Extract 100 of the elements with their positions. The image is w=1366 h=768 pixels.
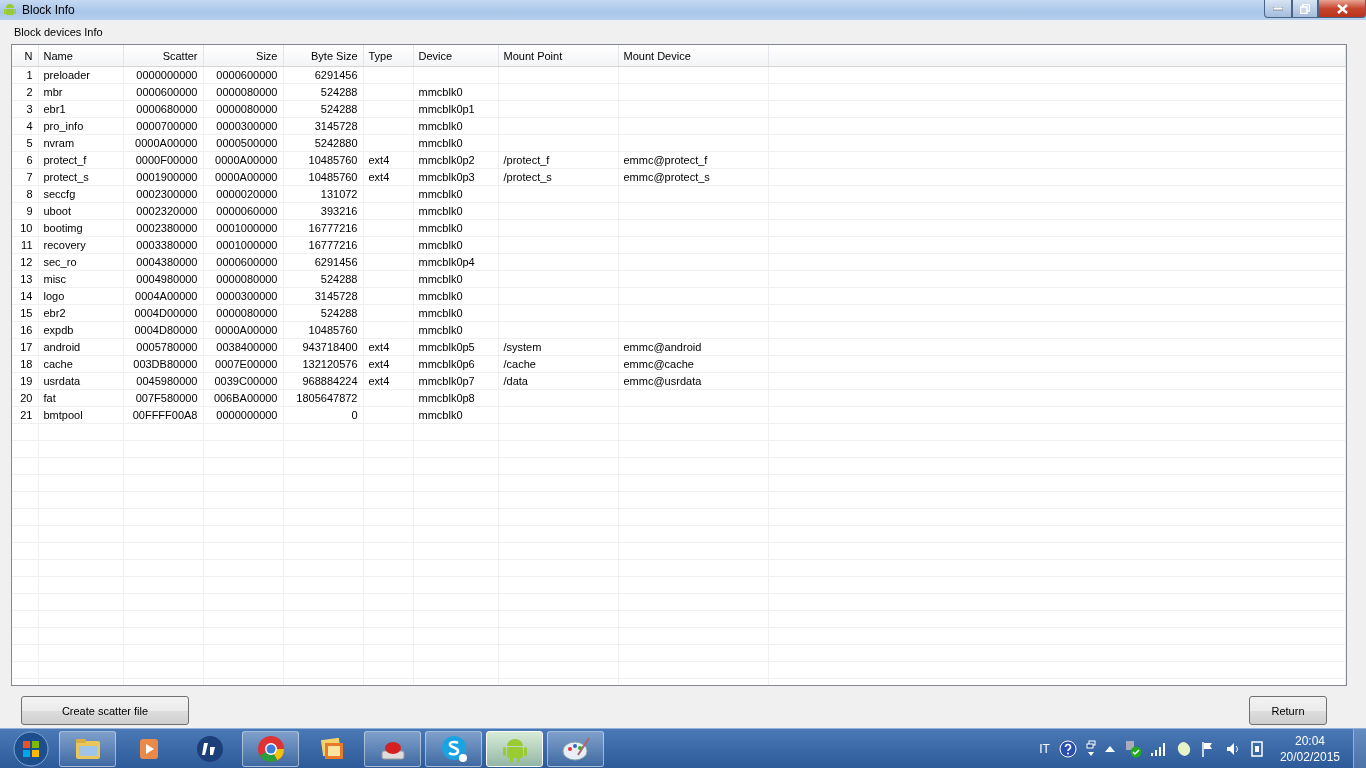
close-icon [1336, 3, 1348, 14]
table-cell: 9 [26, 205, 33, 217]
network-shield-icon[interactable] [1123, 740, 1142, 758]
table-cell: 5242880 [314, 137, 358, 149]
table-cell: mmcblk0 [418, 290, 463, 302]
close-button[interactable] [1318, 0, 1366, 18]
table-cell: 524288 [320, 86, 358, 98]
table-cell: 21 [20, 409, 33, 421]
column-header[interactable]: Size [256, 49, 278, 62]
table-cell: 6 [26, 154, 33, 166]
table-cell: 16777216 [308, 239, 358, 251]
table-cell: 0000600000 [216, 256, 278, 268]
table-cell: seccfg [43, 188, 76, 200]
table-cell: 0000300000 [216, 120, 278, 132]
table-cell: 132120576 [302, 358, 358, 370]
table-cell: 00FFFF00A8 [132, 409, 198, 421]
table-cell: mmcblk0p5 [418, 341, 475, 353]
table-cell: /protect_s [503, 171, 552, 183]
clock-date[interactable]: 20/02/2015 [1279, 749, 1340, 765]
windows-switch-icon[interactable] [1085, 740, 1096, 758]
table-cell: 0000000000 [216, 409, 278, 421]
table-cell: 943718400 [302, 341, 358, 353]
table-cell: 0002320000 [136, 205, 198, 217]
group-title: Block devices Info [14, 26, 104, 40]
signal-bars-icon[interactable] [1150, 742, 1167, 756]
table-cell: mmcblk0 [418, 120, 463, 132]
restore-icon [1300, 3, 1310, 14]
table-cell: mmcblk0 [418, 409, 463, 421]
table-cell: 3145728 [314, 120, 358, 132]
table-cell: 14 [20, 290, 33, 302]
minimize-button[interactable] [1264, 0, 1292, 18]
table-cell: 1805647872 [296, 392, 358, 404]
table-cell: 18 [20, 358, 33, 370]
taskbar-button[interactable] [547, 731, 604, 767]
table-cell: mmcblk0 [418, 324, 463, 336]
window-title: Block Info [22, 3, 76, 17]
table-cell: 0000700000 [136, 120, 198, 132]
table-cell: nvram [43, 137, 75, 149]
table-cell: 0000080000 [216, 103, 278, 115]
table-cell: 6291456 [314, 69, 358, 81]
table-cell: 0038400000 [216, 341, 278, 353]
table-cell: logo [43, 290, 65, 302]
table-cell: fat [43, 392, 56, 404]
table-cell: mmcblk0p1 [418, 103, 475, 115]
table-cell: emmc@cache [623, 358, 694, 370]
restore-button[interactable] [1292, 0, 1318, 18]
table-cell: cache [43, 358, 73, 370]
table-cell: 3 [26, 103, 33, 115]
minimize-icon [1273, 6, 1283, 11]
table-cell: android [43, 341, 81, 353]
show-hidden-icons-arrow-icon[interactable] [1104, 746, 1115, 752]
table-cell: 0000F00000 [135, 154, 198, 166]
table-cell: mbr [43, 86, 63, 98]
table-cell: 007F580000 [135, 392, 198, 404]
table-cell: 524288 [320, 273, 358, 285]
table-cell: 003DB80000 [133, 358, 198, 370]
table-cell: 0007E00000 [215, 358, 278, 370]
table-cell: 524288 [320, 307, 358, 319]
language-indicator[interactable]: IT [1039, 742, 1050, 756]
clock-time[interactable]: 20:04 [1294, 733, 1325, 749]
table-cell: misc [43, 273, 67, 285]
table-cell: 8 [26, 188, 33, 200]
table-cell: 0000080000 [216, 273, 278, 285]
table-cell: mmcblk0 [418, 205, 463, 217]
table-cell: 0000080000 [216, 86, 278, 98]
table-cell: 131072 [320, 188, 358, 200]
table-cell: 12 [20, 256, 33, 268]
table-cell: 0000060000 [216, 205, 278, 217]
table-cell: emmc@protect_s [623, 171, 710, 183]
table-cell: 0000A00000 [215, 324, 278, 336]
table-cell: 20 [20, 392, 33, 404]
table-cell: 0039C00000 [214, 375, 278, 387]
table-cell: 16 [20, 324, 33, 336]
table-cell: 0000600000 [216, 69, 278, 81]
table-cell: 0000A00000 [215, 154, 278, 166]
table-cell: 0004D00000 [134, 307, 198, 319]
table-cell: mmcblk0p3 [418, 171, 475, 183]
table-cell: mmcblk0 [418, 239, 463, 251]
table-cell: 3145728 [314, 290, 358, 302]
table-cell: ebr1 [43, 103, 66, 115]
return-button[interactable]: Return [1249, 696, 1327, 725]
taskbar-button[interactable] [425, 731, 482, 767]
table-cell: 0005780000 [136, 341, 198, 353]
table-cell: emmc@android [623, 341, 702, 353]
table-cell: 11 [21, 239, 33, 251]
create-scatter-file-button[interactable]: Create scatter file [21, 696, 189, 725]
table-cell: 10485760 [308, 324, 358, 336]
table-cell: ext4 [368, 358, 390, 370]
start-button[interactable] [13, 731, 49, 767]
table-cell: 13 [20, 273, 33, 285]
table-cell: 10 [20, 222, 33, 234]
table-cell: 968884224 [302, 375, 358, 387]
table-cell: mmcblk0 [418, 273, 463, 285]
table-cell: 4 [26, 120, 33, 132]
table-cell: protect_s [43, 171, 89, 183]
table-cell: uboot [43, 205, 72, 217]
speaker-icon[interactable] [1225, 741, 1240, 757]
table-cell: mmcblk0p2 [418, 154, 475, 166]
table-cell: 1 [26, 69, 33, 81]
help-icon[interactable] [1058, 740, 1077, 758]
